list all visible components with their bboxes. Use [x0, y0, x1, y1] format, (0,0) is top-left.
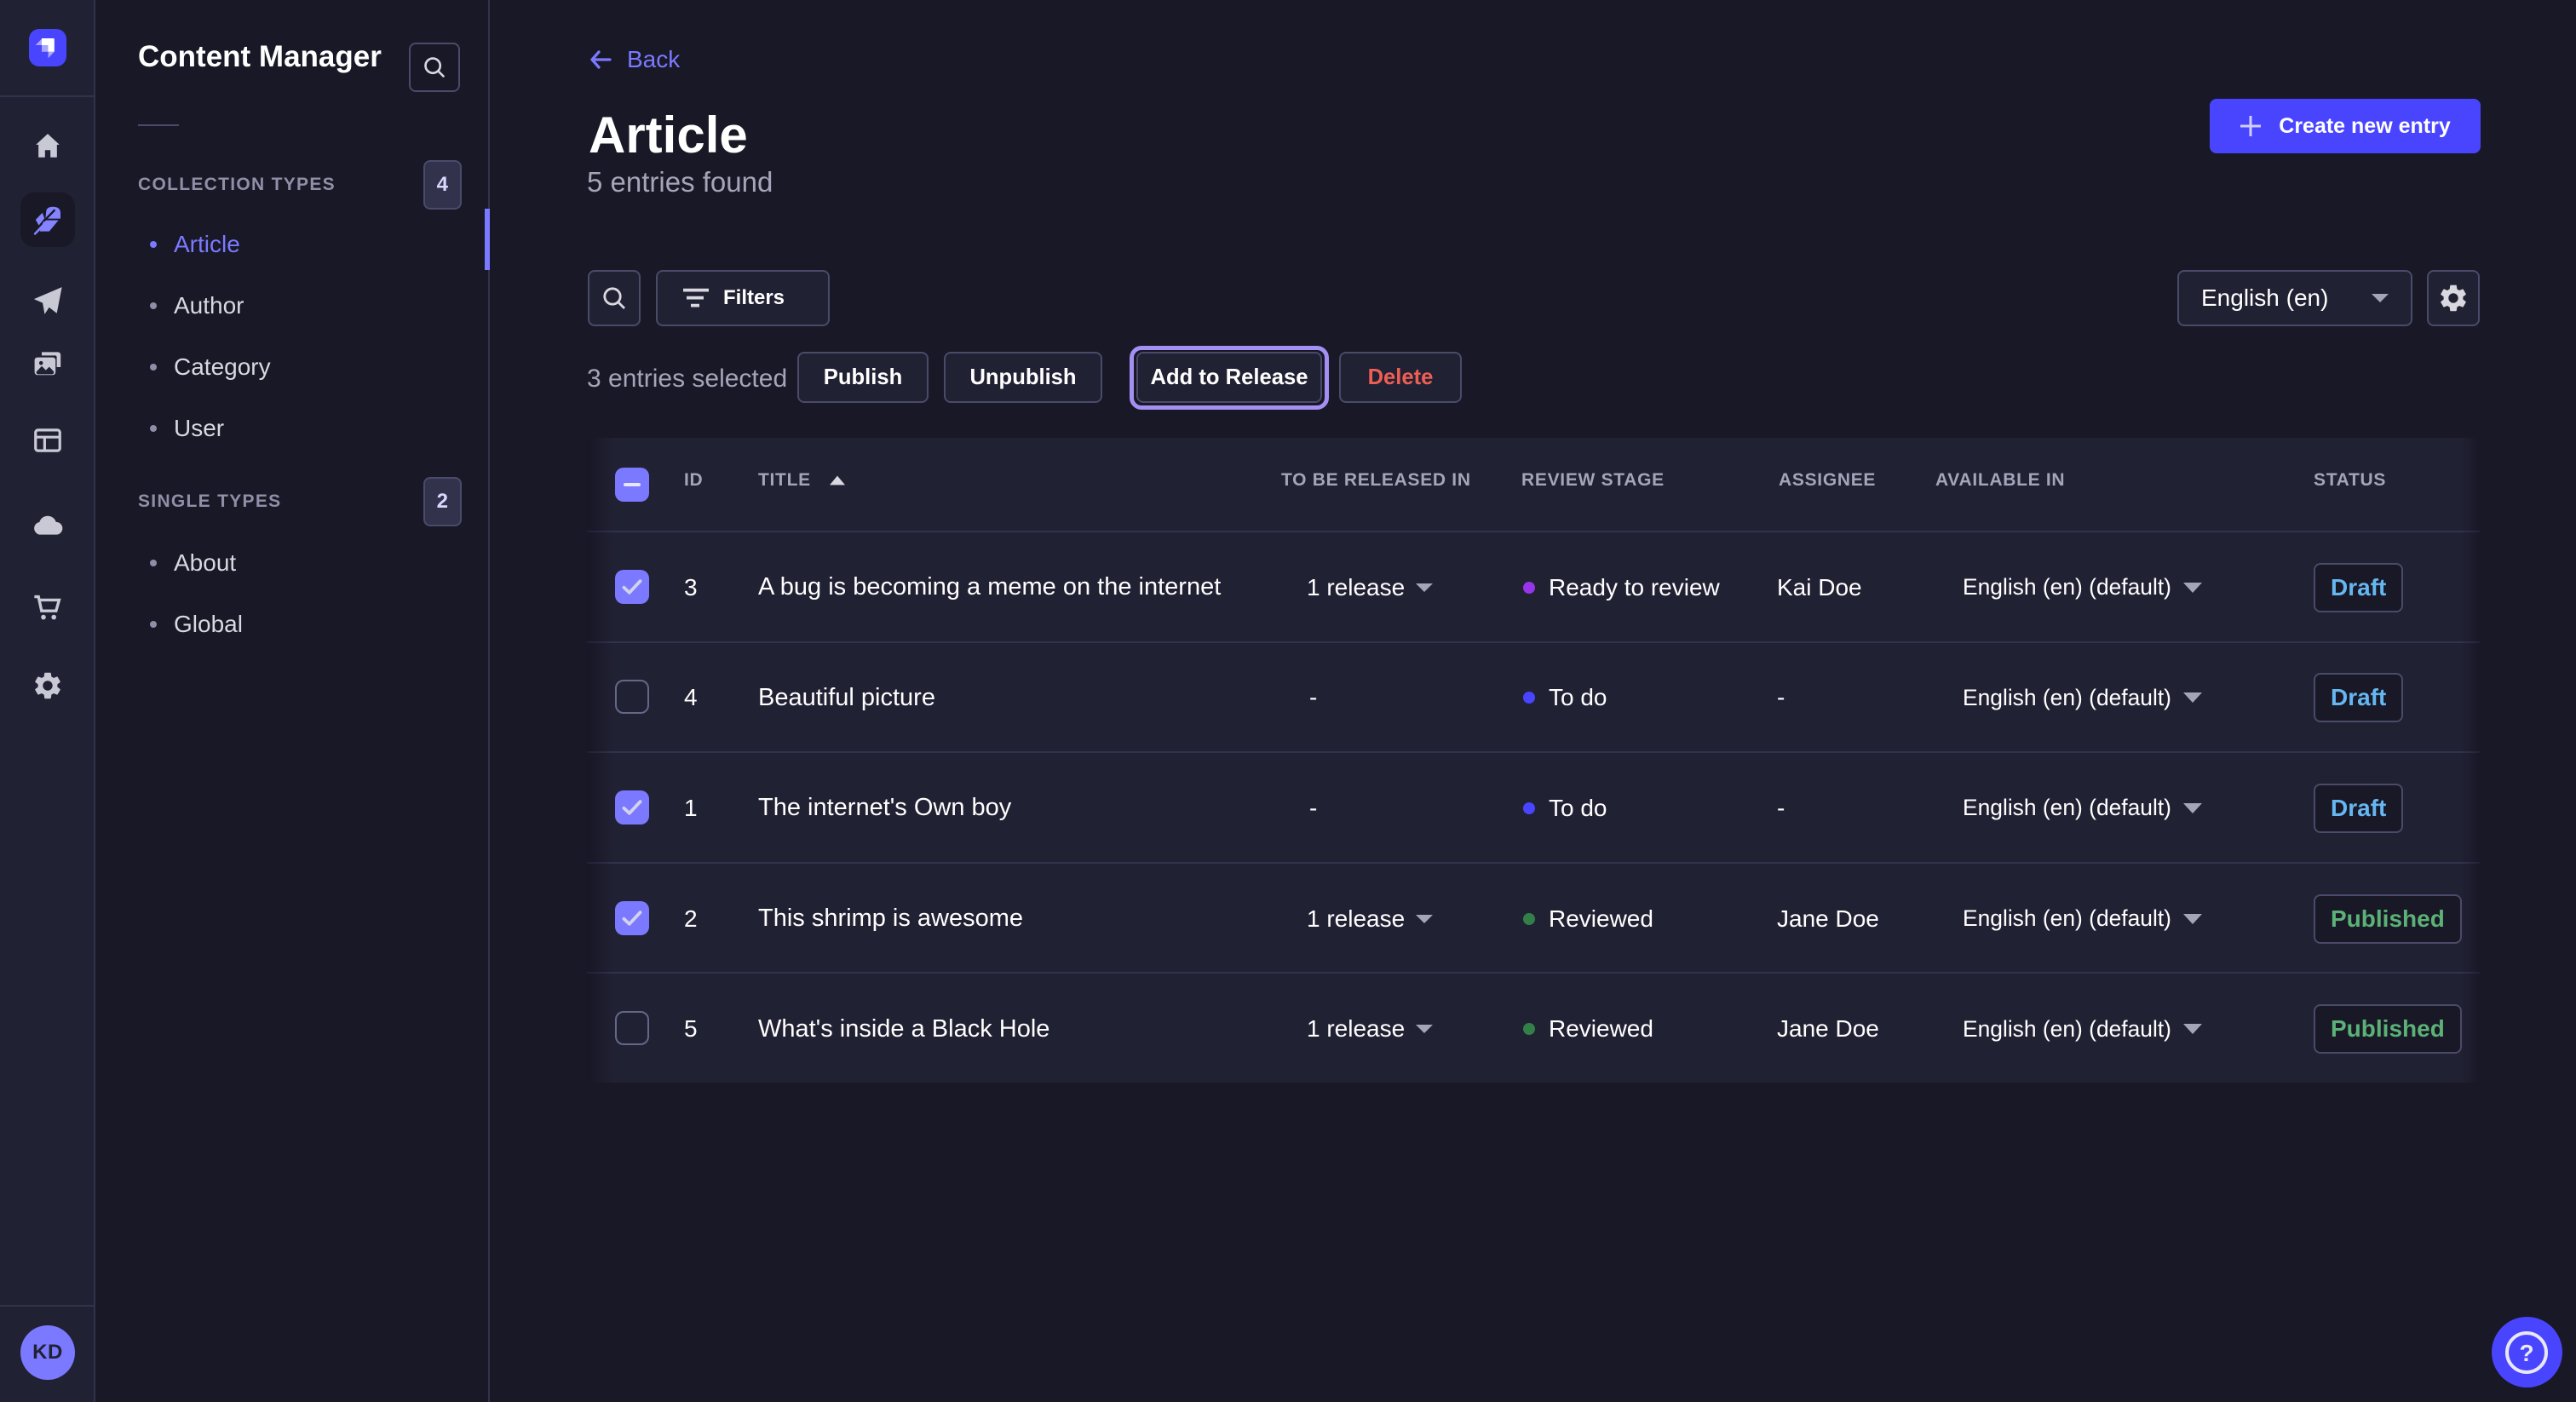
svg-text:?: ?	[2520, 1339, 2534, 1365]
